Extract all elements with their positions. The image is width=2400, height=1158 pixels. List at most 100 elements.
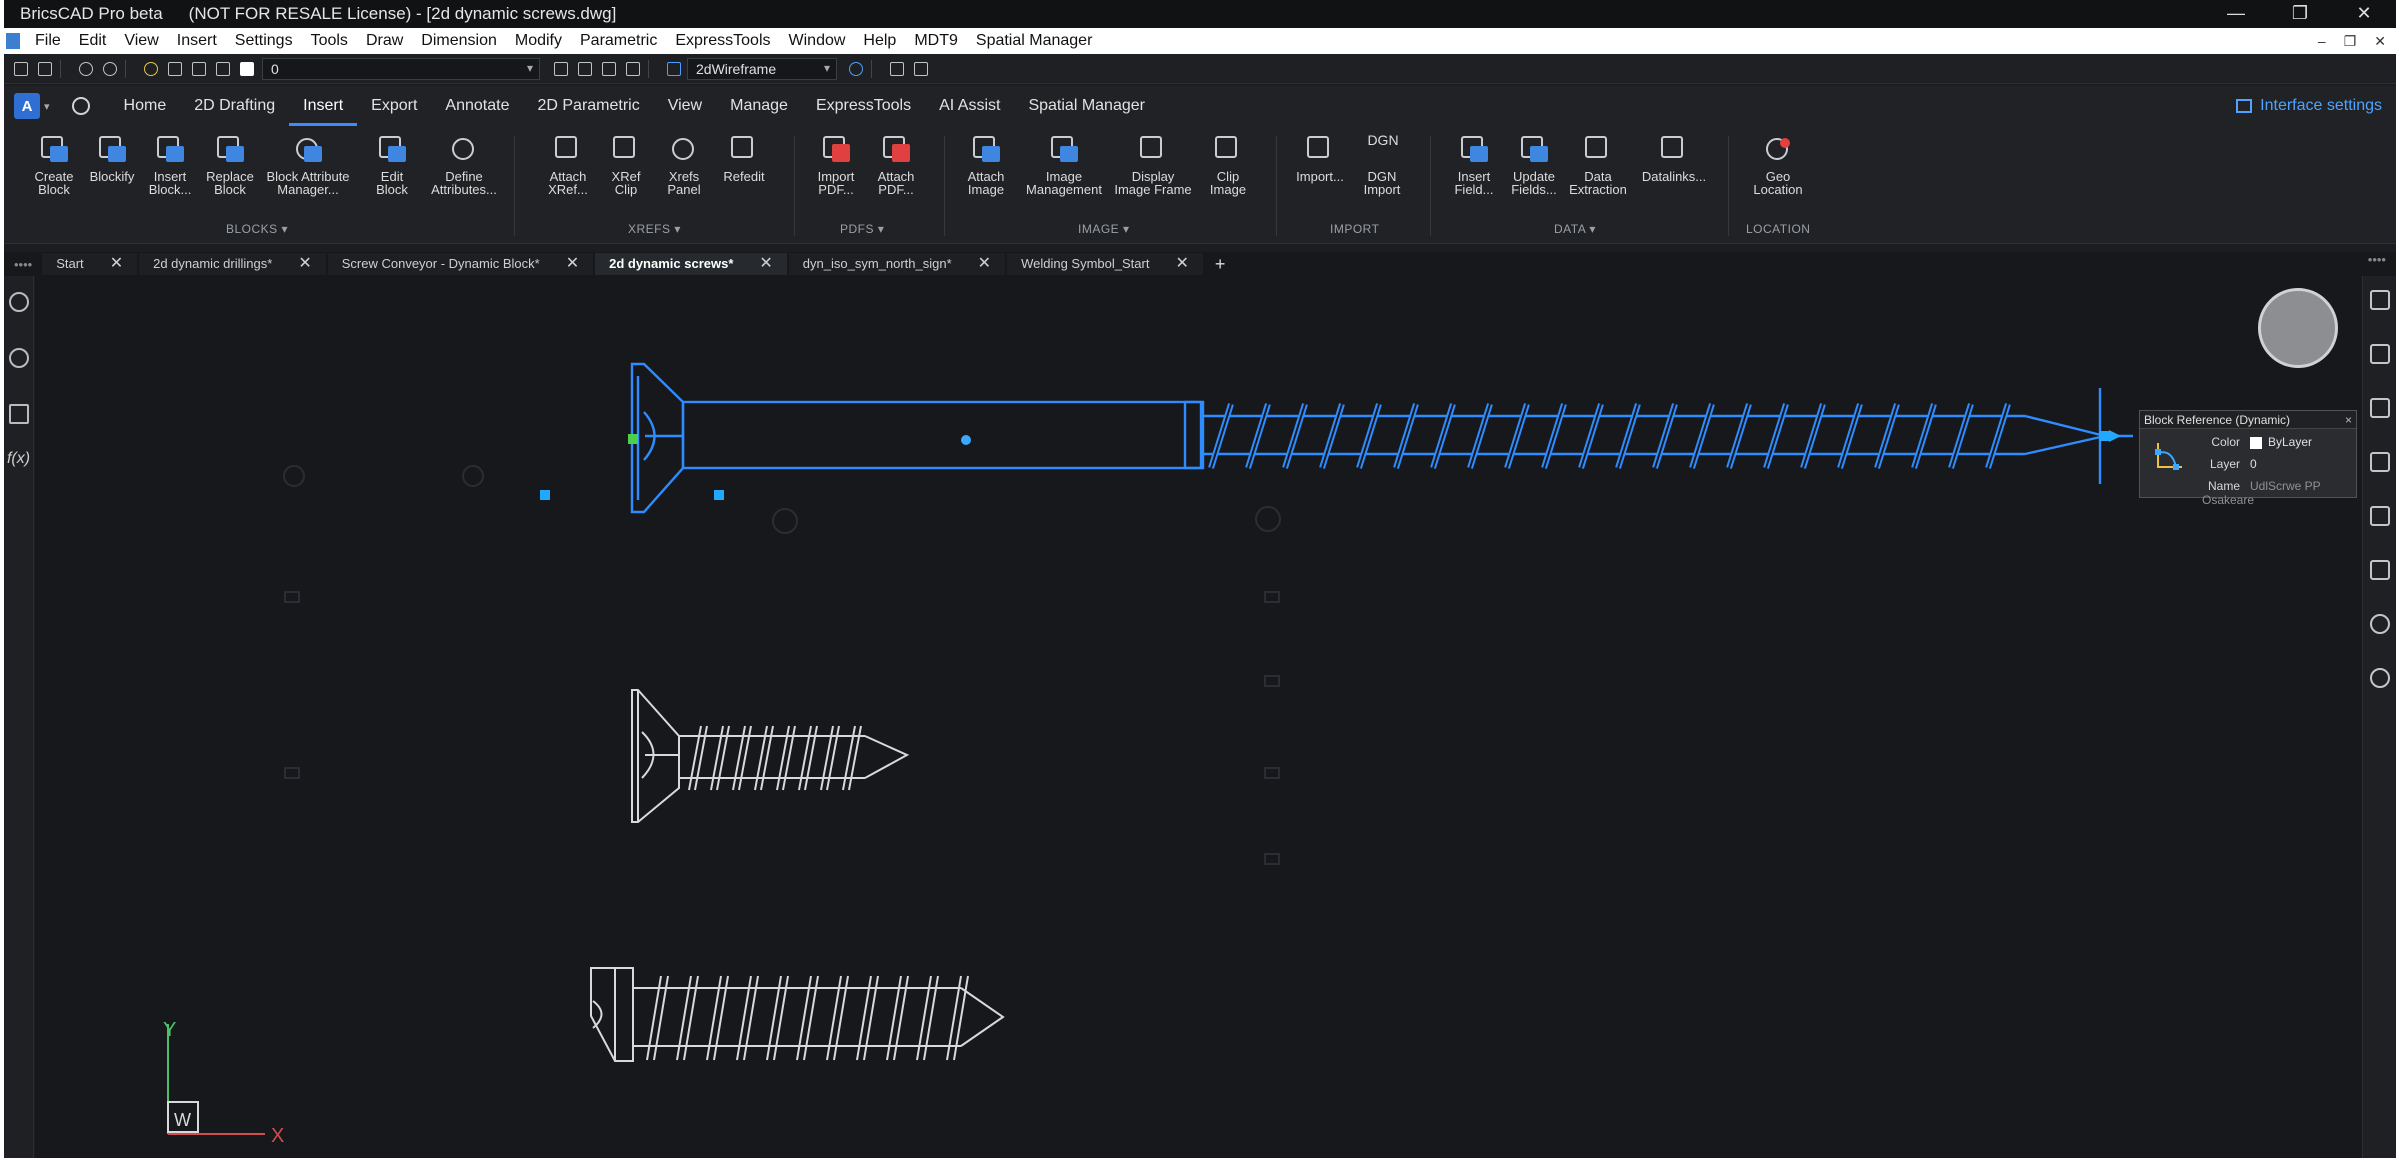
attachments-icon[interactable] bbox=[2369, 452, 2390, 472]
add-tab-button[interactable]: + bbox=[1205, 254, 1226, 275]
datalinks-button[interactable]: Datalinks... bbox=[1634, 132, 1714, 183]
image-management-button[interactable]: Image Management bbox=[1016, 132, 1112, 196]
tab-home[interactable]: Home bbox=[110, 86, 181, 126]
drawing-explorer-icon[interactable] bbox=[2369, 506, 2390, 526]
tab-ai-assist[interactable]: AI Assist bbox=[925, 86, 1014, 126]
close-icon[interactable]: ✕ bbox=[298, 253, 311, 275]
layer-isolate-icon[interactable] bbox=[602, 61, 616, 76]
pan-head-screw[interactable] bbox=[590, 967, 1005, 1062]
layer-match-icon[interactable] bbox=[578, 61, 592, 76]
lightbulb-icon[interactable] bbox=[8, 348, 29, 368]
define-attributes-button[interactable]: Define Attributes... bbox=[424, 132, 504, 196]
menu-help[interactable]: Help bbox=[854, 32, 905, 50]
layer-print-icon[interactable] bbox=[216, 61, 230, 76]
doc-tab-2d-dynamic-drillings[interactable]: 2d dynamic drillings* ✕ bbox=[139, 253, 326, 275]
chevron-down-icon[interactable]: ▾ bbox=[44, 100, 50, 113]
grip-stretch-mid[interactable] bbox=[714, 490, 724, 500]
doc-tab-dyn-iso-sym-north-sign[interactable]: dyn_iso_sym_north_sign* ✕ bbox=[788, 253, 1006, 275]
lightbulb-idea-icon[interactable] bbox=[2369, 614, 2390, 634]
app-menu-logo-icon[interactable]: A bbox=[14, 93, 40, 119]
layer-color-icon[interactable] bbox=[240, 61, 254, 76]
tab-export[interactable]: Export bbox=[357, 86, 431, 126]
close-icon[interactable]: × bbox=[2345, 411, 2352, 429]
properties-sliders-icon[interactable] bbox=[2369, 290, 2390, 310]
short-countersunk-screw[interactable] bbox=[631, 689, 910, 823]
blocks-panel-icon[interactable] bbox=[2369, 344, 2390, 364]
doc-tab-start[interactable]: Start ✕ bbox=[42, 253, 138, 275]
grip-center-point[interactable] bbox=[961, 435, 971, 445]
view-save-icon[interactable] bbox=[914, 61, 928, 76]
close-icon[interactable]: ✕ bbox=[110, 253, 123, 275]
menu-spatial-manager[interactable]: Spatial Manager bbox=[967, 32, 1102, 50]
doc-tab-welding-symbol-start[interactable]: Welding Symbol_Start ✕ bbox=[1007, 253, 1203, 275]
tool-palette-grid-icon[interactable] bbox=[2369, 560, 2390, 580]
navigation-wheel[interactable] bbox=[2258, 288, 2338, 368]
menu-dimension[interactable]: Dimension bbox=[412, 32, 506, 50]
tab-view[interactable]: View bbox=[654, 86, 716, 126]
search-icon[interactable] bbox=[71, 97, 90, 115]
menu-draw[interactable]: Draw bbox=[357, 32, 412, 50]
interface-settings-button[interactable]: Interface settings bbox=[2236, 97, 2382, 115]
refedit-button[interactable]: Refedit bbox=[704, 132, 784, 183]
layer-sun-icon[interactable] bbox=[168, 61, 182, 76]
close-button[interactable]: ✕ bbox=[2332, 0, 2396, 28]
select-icon[interactable] bbox=[14, 61, 28, 76]
tab-overflow-menu[interactable]: •••• bbox=[4, 257, 42, 272]
tab-annotate[interactable]: Annotate bbox=[431, 86, 523, 126]
zoom-icon[interactable] bbox=[849, 61, 863, 76]
tab-bar-options[interactable]: •••• bbox=[2368, 252, 2386, 267]
attach-image-button[interactable]: Attach Image bbox=[946, 132, 1026, 196]
restore-button[interactable]: ❐ bbox=[2268, 0, 2332, 28]
drawing-canvas[interactable]: Y X W bbox=[35, 276, 2362, 1158]
visual-style-dropdown[interactable]: 2dWireframe ▾ bbox=[687, 57, 837, 80]
menu-edit[interactable]: Edit bbox=[70, 32, 116, 50]
attach-pdf-button[interactable]: Attach PDF... bbox=[856, 132, 936, 196]
layer-lock-icon[interactable] bbox=[192, 61, 206, 76]
layer-tool-icon[interactable] bbox=[554, 61, 568, 76]
close-icon[interactable]: ✕ bbox=[1175, 253, 1188, 275]
grip-stretch-left[interactable] bbox=[540, 490, 550, 500]
geo-location-button[interactable]: Geo Location bbox=[1738, 132, 1818, 196]
grip-arrow[interactable] bbox=[2109, 430, 2121, 442]
menu-insert[interactable]: Insert bbox=[168, 32, 226, 50]
doc-minimize-button[interactable]: – bbox=[2318, 33, 2326, 50]
selected-screw-block[interactable] bbox=[630, 362, 2133, 514]
close-icon[interactable]: ✕ bbox=[566, 253, 579, 275]
doc-tab-screw-conveyor[interactable]: Screw Conveyor - Dynamic Block* ✕ bbox=[327, 253, 594, 275]
parameters-fx-icon[interactable]: f(x) bbox=[4, 450, 33, 468]
data-extraction-button[interactable]: Data Extraction bbox=[1558, 132, 1638, 196]
view-cube-icon[interactable] bbox=[890, 61, 904, 76]
grip-end-point[interactable] bbox=[2099, 431, 2109, 441]
menu-modify[interactable]: Modify bbox=[506, 32, 571, 50]
doc-restore-button[interactable]: ❐ bbox=[2344, 33, 2357, 50]
cloud-upload-icon[interactable] bbox=[2369, 668, 2390, 688]
layers-icon[interactable] bbox=[2369, 398, 2390, 418]
menu-tools[interactable]: Tools bbox=[302, 32, 357, 50]
close-icon[interactable]: ✕ bbox=[759, 253, 772, 275]
tab-expresstools[interactable]: ExpressTools bbox=[802, 86, 925, 126]
grip-insertion-point[interactable] bbox=[628, 434, 638, 444]
visual-style-icon[interactable] bbox=[667, 61, 681, 76]
structure-tree-icon[interactable] bbox=[8, 404, 29, 424]
layer-bulb-icon[interactable] bbox=[144, 61, 158, 76]
tab-2d-drafting[interactable]: 2D Drafting bbox=[180, 86, 289, 126]
menu-file[interactable]: File bbox=[26, 32, 70, 50]
doc-tab-2d-dynamic-screws[interactable]: 2d dynamic screws* ✕ bbox=[595, 253, 787, 275]
undo-icon[interactable] bbox=[79, 61, 93, 76]
minimize-button[interactable]: — bbox=[2204, 0, 2268, 28]
redo-icon[interactable] bbox=[103, 61, 117, 76]
dgn-import-button[interactable]: DGN DGN Import bbox=[1342, 132, 1422, 196]
edit-block-button[interactable]: Edit Block bbox=[352, 132, 432, 196]
menu-expresstools[interactable]: ExpressTools bbox=[666, 32, 779, 50]
tab-manage[interactable]: Manage bbox=[716, 86, 802, 126]
tab-2d-parametric[interactable]: 2D Parametric bbox=[523, 86, 653, 126]
block-properties-popup[interactable]: Block Reference (Dynamic) × Color ByLayer… bbox=[2139, 410, 2357, 507]
layer-freeze-icon[interactable] bbox=[626, 61, 640, 76]
visibility-eye-icon[interactable] bbox=[8, 292, 29, 312]
tab-insert[interactable]: Insert bbox=[289, 86, 358, 126]
menu-settings[interactable]: Settings bbox=[226, 32, 302, 50]
menu-window[interactable]: Window bbox=[780, 32, 855, 50]
clip-image-button[interactable]: Clip Image bbox=[1188, 132, 1268, 196]
pan-icon[interactable] bbox=[38, 61, 52, 76]
tab-spatial-manager[interactable]: Spatial Manager bbox=[1014, 86, 1159, 126]
